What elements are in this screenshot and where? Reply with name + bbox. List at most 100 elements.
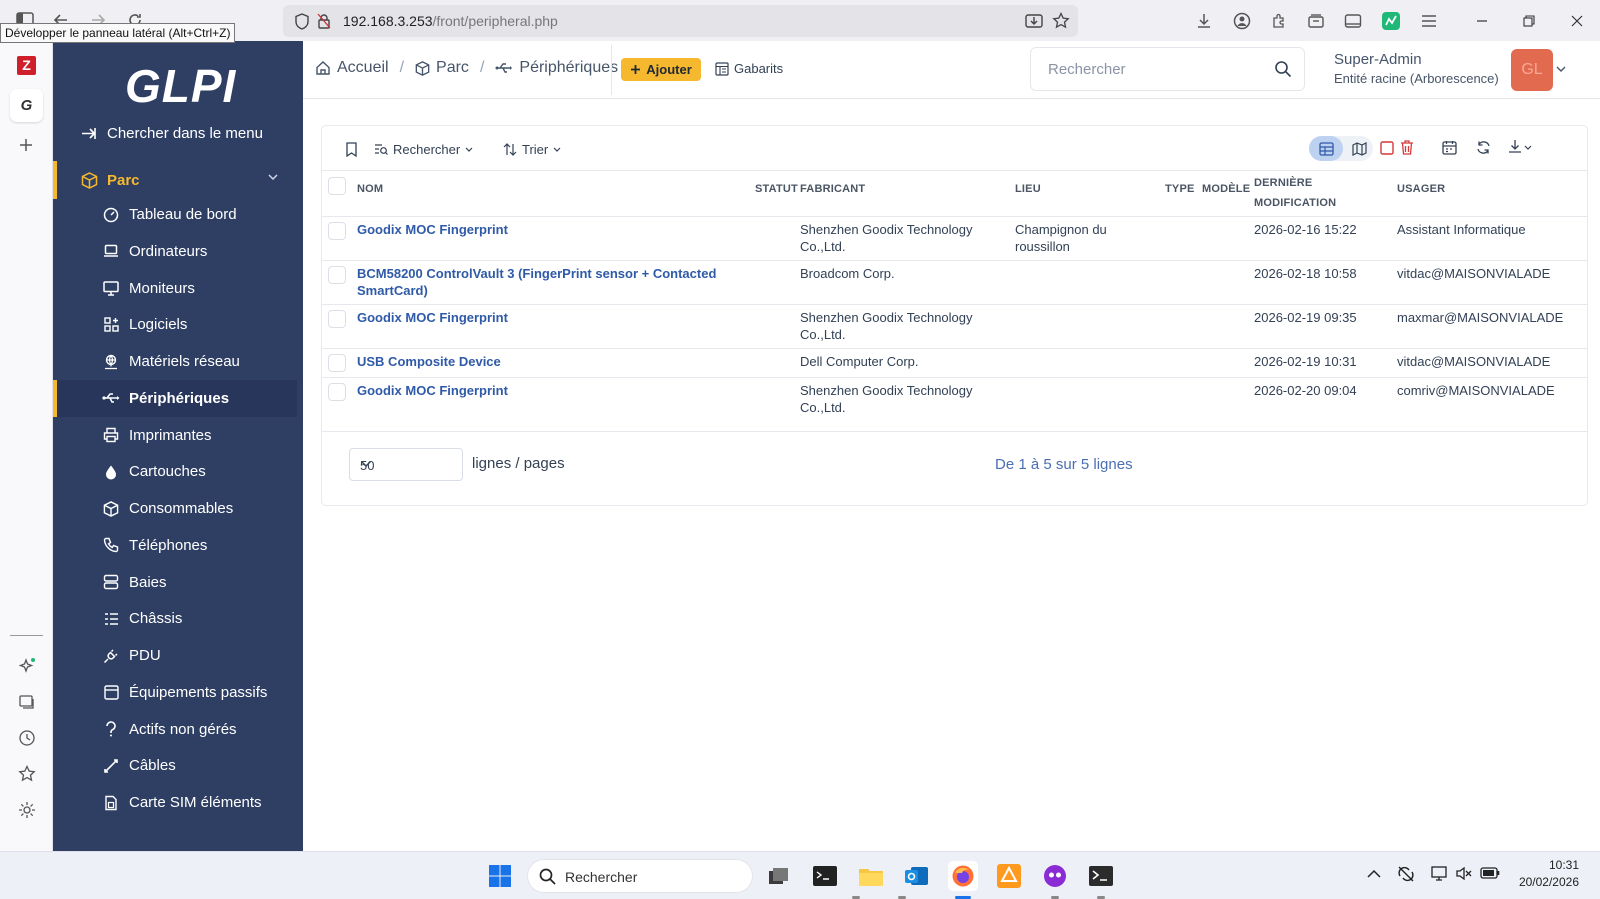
item-name-link[interactable]: Goodix MOC Fingerprint — [357, 309, 508, 327]
shield-icon[interactable] — [291, 10, 313, 32]
clock-date[interactable]: 20/02/2026 — [1519, 875, 1579, 889]
star-icon[interactable] — [18, 765, 36, 783]
column-header-modification[interactable]: MODIFICATION — [1254, 197, 1336, 209]
close-icon[interactable] — [1566, 10, 1588, 32]
sidebar-item-tableau-de-bord[interactable]: Tableau de bord — [53, 196, 303, 233]
row-checkbox[interactable] — [328, 310, 346, 328]
item-name-link[interactable]: Goodix MOC Fingerprint — [357, 382, 508, 400]
sidebar-item-peripheriques[interactable]: Périphériques — [53, 379, 303, 417]
location-cell[interactable]: roussillon — [1015, 238, 1070, 256]
breadcrumb-home[interactable]: Accueil — [337, 59, 389, 77]
sync-off-icon[interactable] — [1397, 865, 1415, 883]
windows-start-icon[interactable] — [485, 861, 515, 891]
glpi-tab-icon[interactable]: G — [10, 89, 43, 122]
export-button[interactable] — [1508, 139, 1532, 155]
sidebar-item-telephones[interactable]: Téléphones — [53, 527, 303, 564]
column-header-fabricant[interactable]: FABRICANT — [800, 183, 865, 195]
sidebar-item-cartouches[interactable]: Cartouches — [53, 453, 303, 490]
search-icon[interactable] — [1274, 60, 1292, 78]
add-icon[interactable] — [18, 137, 34, 153]
breadcrumb-parc[interactable]: Parc — [436, 59, 469, 77]
sidebar-scrollbar[interactable] — [297, 41, 303, 621]
sidebar-section-parc[interactable]: Parc — [53, 161, 303, 199]
zotero-icon[interactable]: Z — [17, 56, 36, 75]
glpi-logo[interactable]: GLPI — [125, 59, 236, 113]
sidebar-item-carte-sim-elements[interactable]: Carte SIM éléments — [53, 784, 303, 821]
user-name[interactable]: Super-Admin — [1334, 51, 1422, 68]
address-bar[interactable]: 192.168.3.253/front/peripheral.php — [283, 5, 1078, 37]
history-icon[interactable] — [18, 729, 36, 747]
row-checkbox[interactable] — [328, 266, 346, 284]
minimize-icon[interactable] — [1471, 10, 1493, 32]
extensions-icon[interactable] — [1268, 10, 1290, 32]
sidebar-item-equipements-passifs[interactable]: Équipements passifs — [53, 674, 303, 711]
sidebar-panel-icon[interactable] — [1342, 10, 1364, 32]
battery-icon[interactable] — [1480, 866, 1500, 880]
column-header-statut[interactable]: STATUT — [755, 183, 798, 195]
bookmark-icon[interactable] — [345, 142, 358, 157]
item-name-link[interactable]: BCM58200 ControlVault 3 (FingerPrint sen… — [357, 265, 716, 283]
sidebar-item-logiciels[interactable]: Logiciels — [53, 306, 303, 343]
refresh-icon[interactable] — [1476, 140, 1491, 155]
container-icon[interactable] — [1305, 10, 1327, 32]
task-view-icon[interactable] — [764, 861, 794, 891]
ai-sparkle-icon[interactable] — [18, 657, 36, 675]
row-checkbox[interactable] — [328, 383, 346, 401]
trash-icon[interactable] — [1400, 140, 1414, 155]
network-icon[interactable] — [1431, 865, 1449, 882]
sidebar-item-imprimantes[interactable]: Imprimantes — [53, 417, 303, 454]
add-button[interactable]: Ajouter — [621, 58, 701, 81]
purple-app-icon[interactable] — [1040, 861, 1070, 891]
menu-search[interactable]: Chercher dans le menu — [81, 125, 263, 142]
breadcrumb-peripheriques[interactable]: Périphériques — [519, 59, 618, 77]
sidebar-item-ordinateurs[interactable]: Ordinateurs — [53, 233, 303, 270]
sidebar-item-baies[interactable]: Baies — [53, 564, 303, 601]
clock-time[interactable]: 10:31 — [1549, 858, 1579, 872]
orange-app-icon[interactable] — [994, 861, 1024, 891]
bookmark-star-icon[interactable] — [1050, 10, 1072, 32]
map-view-icon[interactable] — [1346, 136, 1373, 161]
file-explorer-icon[interactable] — [856, 861, 886, 891]
sidebar-item-materiels-reseau[interactable]: Matériels réseau — [53, 343, 303, 380]
column-header-lieu[interactable]: LIEU — [1015, 183, 1041, 195]
calendar-icon[interactable] — [1442, 140, 1457, 155]
select-all-checkbox[interactable] — [328, 177, 346, 195]
restore-icon[interactable] — [1518, 10, 1540, 32]
firefox-icon[interactable] — [948, 861, 978, 891]
row-checkbox[interactable] — [328, 222, 346, 240]
menu-hamburger-icon[interactable] — [1418, 10, 1440, 32]
sort-button[interactable]: Trier — [503, 142, 561, 157]
chevron-up-icon[interactable] — [1367, 869, 1381, 878]
item-name-link[interactable]: USB Composite Device — [357, 353, 501, 371]
sidebar-item-consommables[interactable]: Consommables — [53, 490, 303, 527]
downloads-icon[interactable] — [1193, 10, 1215, 32]
terminal-icon[interactable] — [810, 861, 840, 891]
table-view-icon[interactable] — [1309, 136, 1343, 161]
sidebar-item-chassis[interactable]: Châssis — [53, 600, 303, 637]
avatar[interactable]: GL — [1511, 49, 1553, 91]
column-header-usager[interactable]: USAGER — [1397, 183, 1445, 195]
select-all-icon[interactable] — [1380, 141, 1394, 155]
settings-gear-icon[interactable] — [18, 801, 36, 819]
column-header-type[interactable]: TYPE — [1165, 183, 1195, 195]
volume-muted-icon[interactable] — [1455, 865, 1473, 882]
location-cell[interactable]: Champignon du — [1015, 221, 1107, 239]
green-extension-icon[interactable] — [1380, 10, 1402, 32]
templates-button[interactable]: Gabarits — [715, 61, 783, 76]
global-search-input[interactable]: Rechercher — [1030, 47, 1305, 91]
row-checkbox[interactable] — [328, 354, 346, 372]
lock-icon[interactable] — [313, 10, 335, 32]
sidebar-item-moniteurs[interactable]: Moniteurs — [53, 270, 303, 307]
column-header-modele[interactable]: MODÈLE — [1202, 183, 1250, 195]
account-icon[interactable] — [1231, 10, 1253, 32]
item-name-link[interactable]: Goodix MOC Fingerprint — [357, 221, 508, 239]
sidebar-item-pdu[interactable]: PDU — [53, 637, 303, 674]
item-name-link[interactable]: SmartCard) — [357, 282, 428, 300]
outlook-icon[interactable] — [902, 861, 932, 891]
chevron-down-icon[interactable] — [1556, 66, 1566, 73]
per-page-select[interactable]: 50 — [349, 448, 463, 481]
tabs-icon[interactable] — [18, 693, 36, 711]
search-toggle-button[interactable]: Rechercher — [374, 142, 473, 157]
install-app-icon[interactable] — [1023, 10, 1045, 32]
user-entity[interactable]: Entité racine (Arborescence) — [1334, 71, 1499, 86]
